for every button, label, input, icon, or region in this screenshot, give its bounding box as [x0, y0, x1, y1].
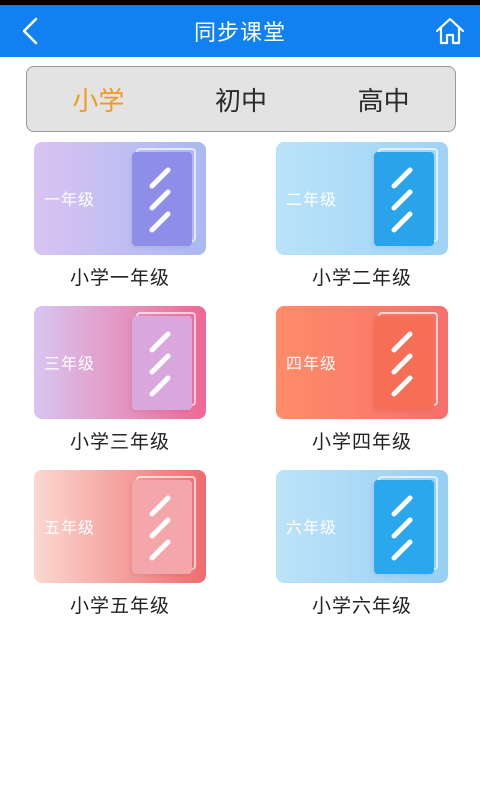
- book-icon: [132, 480, 192, 574]
- book-icon: [374, 480, 434, 574]
- grade-card-5[interactable]: 五年级 小学五年级: [34, 470, 206, 618]
- grade-banner: 四年级: [276, 306, 448, 419]
- book-icon: [132, 316, 192, 410]
- grade-caption: 小学二年级: [311, 267, 412, 289]
- grade-card-6[interactable]: 六年级 小学六年级: [276, 470, 448, 618]
- grade-grid: 一年级 小学一年级 二年级 小学二年级 三年级 小学三年级 四年级 小学四年级 …: [0, 0, 480, 800]
- grade-banner: 一年级: [34, 142, 206, 255]
- grade-caption: 小学六年级: [311, 595, 412, 617]
- book-icon: [374, 152, 434, 246]
- grade-banner-label: 五年级: [44, 518, 96, 537]
- grade-banner-label: 三年级: [44, 354, 96, 373]
- grade-banner-label: 六年级: [286, 518, 338, 537]
- grade-caption: 小学三年级: [69, 431, 170, 453]
- grade-card-3[interactable]: 三年级 小学三年级: [34, 306, 206, 454]
- grade-banner-label: 二年级: [286, 190, 338, 209]
- grade-caption: 小学四年级: [311, 431, 412, 453]
- grade-card-2[interactable]: 二年级 小学二年级: [276, 142, 448, 290]
- grade-banner-label: 四年级: [286, 354, 338, 373]
- grade-caption: 小学一年级: [69, 267, 170, 289]
- grade-banner: 二年级: [276, 142, 448, 255]
- grade-banner: 三年级: [34, 306, 206, 419]
- grade-banner-label: 一年级: [44, 190, 96, 209]
- grade-card-4[interactable]: 四年级 小学四年级: [276, 306, 448, 454]
- book-icon: [374, 316, 434, 410]
- book-icon: [132, 152, 192, 246]
- grade-banner: 六年级: [276, 470, 448, 583]
- grade-banner: 五年级: [34, 470, 206, 583]
- grade-caption: 小学五年级: [69, 595, 170, 617]
- grade-card-1[interactable]: 一年级 小学一年级: [34, 142, 206, 290]
